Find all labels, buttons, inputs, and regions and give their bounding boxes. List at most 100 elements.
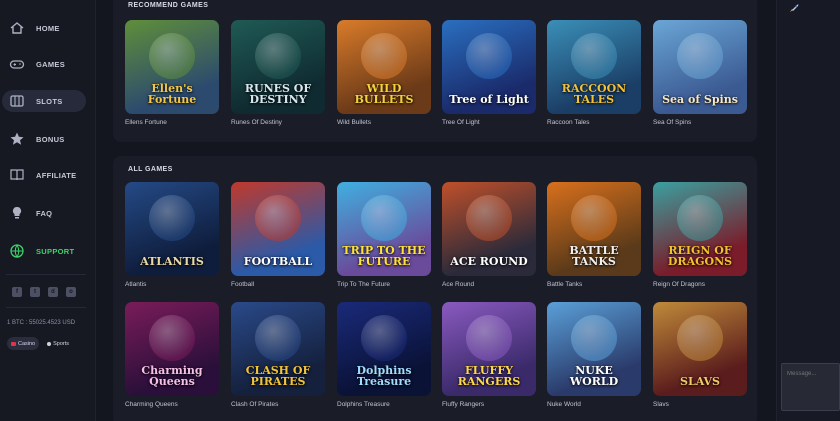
social-links: f t d o [12, 287, 76, 297]
game-name[interactable]: Sea Of Spins [653, 119, 747, 126]
game-thumbnail[interactable]: REIGN OF DRAGONS [653, 182, 747, 276]
game-name[interactable]: Atlantis [125, 281, 219, 288]
casino-toggle[interactable]: Casino [7, 337, 40, 350]
game-card[interactable]: FLUFFY RANGERS Fluffy Rangers [442, 302, 536, 408]
game-card[interactable]: REIGN OF DRAGONS Reign Of Dragons [653, 182, 747, 288]
game-name[interactable]: Ace Round [442, 281, 536, 288]
game-logo: BATTLE TANKS [569, 243, 619, 269]
game-thumbnail[interactable]: Dolphins Treasure [337, 302, 431, 396]
sidebar: HOME GAMES SLOTS BONUS AFFILIATE FAQ SUPPORT f… [0, 0, 96, 421]
game-thumbnail[interactable]: RACCOON TALES [547, 20, 641, 114]
game-artwork [677, 194, 723, 241]
game-thumbnail[interactable]: Tree of Light [442, 20, 536, 114]
game-artwork [571, 314, 617, 361]
game-artwork [361, 194, 407, 241]
game-thumbnail[interactable]: FOOTBALL [231, 182, 325, 276]
game-thumbnail[interactable]: RUNES OF DESTINY [231, 20, 325, 114]
game-card[interactable]: Tree of Light Tree Of Light [442, 20, 536, 126]
game-artwork [571, 194, 617, 241]
game-thumbnail[interactable]: CLASH OF PIRATES [231, 302, 325, 396]
game-card[interactable]: Dolphins Treasure Dolphins Treasure [337, 302, 431, 408]
game-name[interactable]: Ellens Fortune [125, 119, 219, 126]
game-card[interactable]: FOOTBALL Football [231, 182, 325, 288]
sidebar-item-label: AFFILIATE [36, 170, 77, 180]
game-name[interactable]: Reign Of Dragons [653, 281, 747, 288]
game-card[interactable]: NUKE WORLD Nuke World [547, 302, 641, 408]
game-card[interactable]: SLAVS Slavs [653, 302, 747, 408]
game-name[interactable]: Slavs [653, 401, 747, 408]
game-card[interactable]: RACCOON TALES Raccoon Tales [547, 20, 641, 126]
game-thumbnail[interactable]: Charming Queens [125, 302, 219, 396]
game-artwork [677, 32, 723, 79]
game-thumbnail[interactable]: NUKE WORLD [547, 302, 641, 396]
game-name[interactable]: Dolphins Treasure [337, 401, 431, 408]
game-card[interactable]: Sea of Spins Sea Of Spins [653, 20, 747, 126]
game-card[interactable]: WILD BULLETS Wild Bullets [337, 20, 431, 126]
chat-input[interactable] [787, 371, 837, 377]
game-thumbnail[interactable]: FLUFFY RANGERS [442, 302, 536, 396]
game-thumbnail[interactable]: Ellen's Fortune [125, 20, 219, 114]
globe-icon [8, 242, 26, 260]
sidebar-item-support[interactable]: SUPPORT [2, 240, 86, 262]
game-name[interactable]: Nuke World [547, 401, 641, 408]
game-logo: Tree of Light [449, 93, 529, 107]
facebook-icon[interactable]: f [12, 287, 22, 297]
game-name[interactable]: Fluffy Rangers [442, 401, 536, 408]
game-logo: Ellen's Fortune [147, 81, 197, 107]
game-card[interactable]: Charming Queens Charming Queens [125, 302, 219, 408]
game-logo: Dolphins Treasure [356, 363, 412, 389]
instagram-icon[interactable]: o [66, 287, 76, 297]
game-thumbnail[interactable]: BATTLE TANKS [547, 182, 641, 276]
twitter-icon[interactable]: t [30, 287, 40, 297]
game-name[interactable]: Trip To The Future [337, 281, 431, 288]
game-thumbnail[interactable]: ATLANTIS [125, 182, 219, 276]
game-card[interactable]: ACE ROUND Ace Round [442, 182, 536, 288]
sidebar-item-bonus[interactable]: BONUS [2, 128, 86, 150]
sidebar-item-label: FAQ [36, 208, 53, 218]
game-thumbnail[interactable]: WILD BULLETS [337, 20, 431, 114]
game-artwork [255, 194, 301, 241]
game-logo: NUKE WORLD [569, 363, 619, 389]
game-name[interactable]: Battle Tanks [547, 281, 641, 288]
all-games-section: ALL GAMES ATLANTIS Atlantis FOOTBALL Footba… [113, 156, 757, 421]
game-logo: RUNES OF DESTINY [244, 81, 312, 107]
game-logo: TRIP TO THE FUTURE [342, 243, 426, 269]
game-thumbnail[interactable]: SLAVS [653, 302, 747, 396]
game-thumbnail[interactable]: TRIP TO THE FUTURE [337, 182, 431, 276]
game-thumbnail[interactable]: Sea of Spins [653, 20, 747, 114]
game-name[interactable]: Clash Of Pirates [231, 401, 325, 408]
game-artwork [466, 32, 512, 79]
game-name[interactable]: Wild Bullets [337, 119, 431, 126]
game-name[interactable]: Runes Of Destiny [231, 119, 325, 126]
sidebar-item-games[interactable]: GAMES [2, 53, 86, 75]
lightbulb-icon [8, 204, 26, 222]
sidebar-item-home[interactable]: HOME [2, 17, 86, 39]
sidebar-item-faq[interactable]: FAQ [2, 202, 86, 224]
game-card[interactable]: RUNES OF DESTINY Runes Of Destiny [231, 20, 325, 126]
casino-label: Casino [18, 340, 36, 347]
game-card[interactable]: Ellen's Fortune Ellens Fortune [125, 20, 219, 126]
game-artwork [361, 32, 407, 79]
rocket-icon[interactable] [788, 2, 800, 14]
section-title: ALL GAMES [128, 166, 173, 173]
discord-icon[interactable]: d [48, 287, 58, 297]
game-name[interactable]: Tree Of Light [442, 119, 536, 126]
star-icon [8, 130, 26, 148]
game-card[interactable]: BATTLE TANKS Battle Tanks [547, 182, 641, 288]
chat-box [781, 363, 840, 411]
game-name[interactable]: Football [231, 281, 325, 288]
game-artwork [466, 194, 512, 241]
mode-toggle: Casino Sports [7, 337, 73, 350]
game-card[interactable]: TRIP TO THE FUTURE Trip To The Future [337, 182, 431, 288]
sidebar-item-affiliate[interactable]: AFFILIATE [2, 164, 86, 186]
sidebar-item-slots[interactable]: SLOTS [2, 90, 86, 112]
sports-toggle[interactable]: Sports [43, 337, 73, 350]
casino-icon [11, 341, 16, 346]
game-logo: FLUFFY RANGERS [457, 363, 521, 389]
game-name[interactable]: Charming Queens [125, 401, 219, 408]
game-card[interactable]: CLASH OF PIRATES Clash Of Pirates [231, 302, 325, 408]
game-name[interactable]: Raccoon Tales [547, 119, 641, 126]
game-card[interactable]: ATLANTIS Atlantis [125, 182, 219, 288]
game-logo: RACCOON TALES [561, 81, 627, 107]
game-thumbnail[interactable]: ACE ROUND [442, 182, 536, 276]
